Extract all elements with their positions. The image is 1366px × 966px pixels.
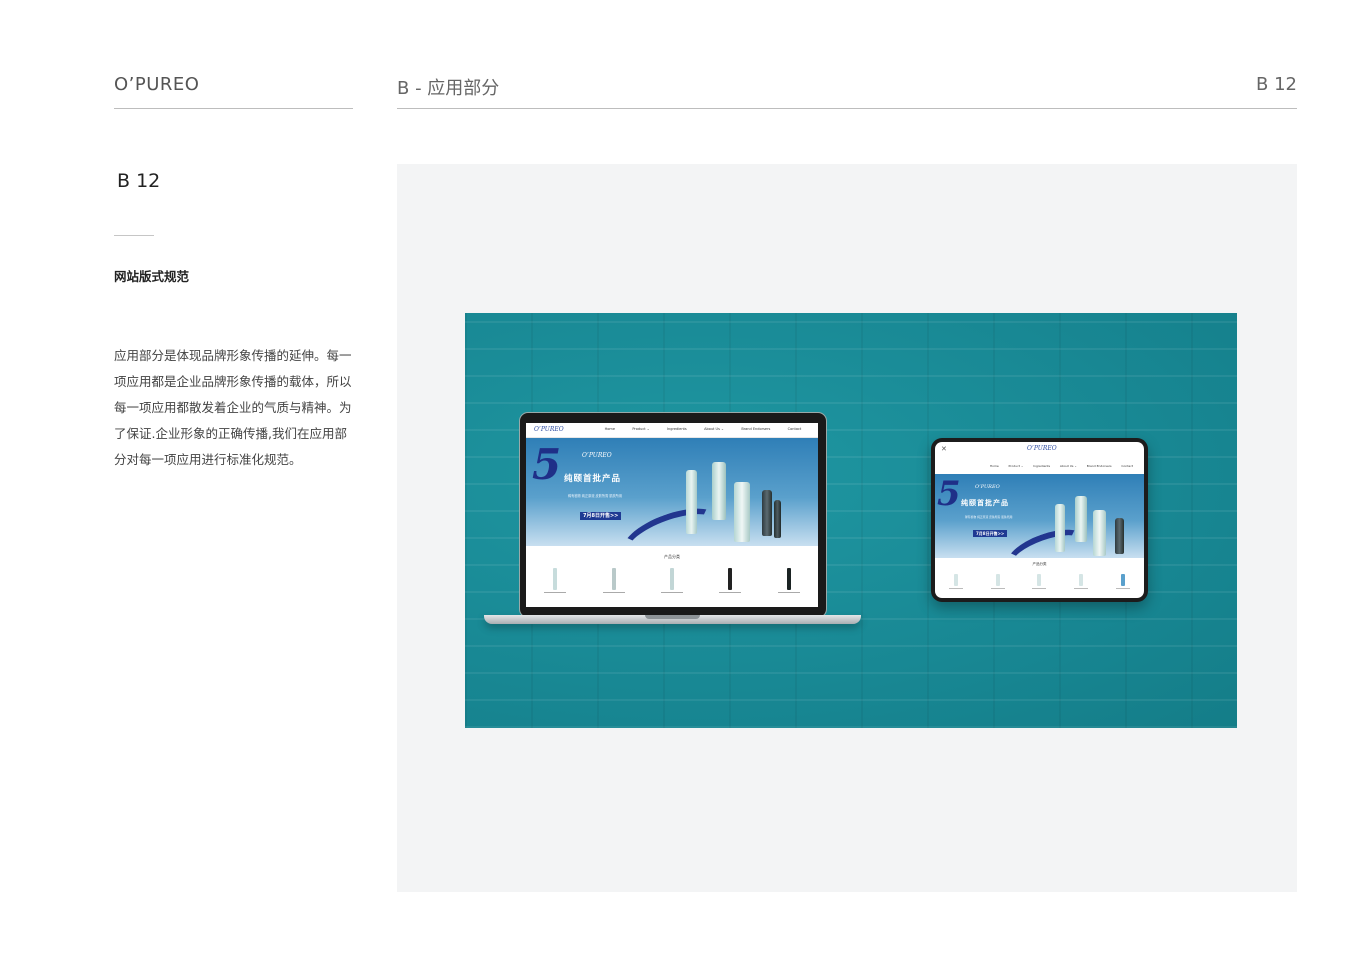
product-bottle (686, 470, 697, 534)
tablet-screen: ✕ O’PUREO Home Product ⌄ Ingredients Abo… (935, 442, 1144, 598)
hero-title: 纯颐首批产品 (961, 499, 1009, 507)
product-bottle (1055, 504, 1065, 552)
nav-link: Product ⌄ (1008, 464, 1024, 468)
site-nav-links: Home Product ⌄ Ingredients About Us ⌄ Br… (985, 464, 1138, 468)
product-thumbnail (728, 568, 733, 590)
product-bottle (774, 500, 781, 538)
product-thumbnail (953, 574, 958, 586)
description-text: 应用部分是体现品牌形象传播的延伸。每一项应用都是企业品牌形象传播的载体，所以每一… (114, 348, 352, 467)
page-code: B 12 (117, 170, 161, 192)
header-divider-right (397, 108, 1297, 109)
nav-link: Contact (787, 427, 802, 431)
sidebar-divider (114, 235, 154, 236)
hero-brand: O’PUREO (975, 484, 1000, 490)
product-row (526, 568, 818, 593)
page-number: B 12 (1256, 74, 1297, 95)
nav-link: About Us ⌄ (704, 427, 724, 431)
hero-tagline: 稀有植物 纯正原液 皮肤所需 肌肤所用 (965, 515, 1013, 519)
product-label (777, 592, 800, 593)
category-title: 产品分类 (1032, 562, 1047, 566)
product-thumbnail (995, 574, 1000, 586)
hero-title: 纯颐首批产品 (564, 474, 622, 484)
nav-link: Brand Endorsers (1086, 464, 1112, 468)
product-label (719, 592, 742, 593)
header-divider-left (114, 108, 353, 109)
product-item (1116, 574, 1131, 589)
hero-button: 7月8日开售>> (973, 530, 1008, 537)
product-bottle (1075, 496, 1087, 542)
device-mockup-image: O’PUREO Home Product ⌄ Ingredients About… (465, 313, 1237, 728)
laptop-screen: O’PUREO Home Product ⌄ Ingredients About… (526, 423, 818, 607)
product-thumbnail (553, 568, 558, 590)
product-label (1032, 588, 1047, 589)
site-logo: O’PUREO (1027, 445, 1057, 452)
product-thumbnail (1037, 574, 1042, 586)
site-nav-bar: O’PUREO Home Product ⌄ Ingredients About… (526, 423, 818, 438)
product-label (1074, 588, 1089, 589)
page-subtitle: 网站版式规范 (114, 269, 190, 284)
product-label (660, 592, 683, 593)
product-row (935, 574, 1144, 589)
site-hero-banner: 5 O’PUREO 纯颐首批产品 稀有植物 纯正原液 皮肤所需 肌肤所用 7月8… (935, 474, 1144, 558)
hero-brand: O’PUREO (582, 452, 612, 459)
product-label (948, 588, 963, 589)
site-hero-banner: 5 O’PUREO 纯颐首批产品 稀有植物 纯正原液 皮肤所需 肌肤所用 7月8… (526, 438, 818, 546)
product-item (948, 574, 963, 589)
product-item (719, 568, 742, 593)
nav-link: About Us ⌄ (1059, 464, 1077, 468)
hero-number-graphic: 5 (937, 474, 961, 514)
nav-link: Product ⌄ (632, 427, 650, 431)
product-item (777, 568, 800, 593)
nav-link: Home (604, 427, 615, 431)
nav-link: Home (989, 464, 999, 468)
close-icon: ✕ (941, 445, 947, 453)
laptop-notch (645, 615, 700, 619)
product-item (602, 568, 625, 593)
brand-name: O’PUREO (114, 74, 200, 95)
hero-button: 7月8日开售>> (580, 512, 622, 520)
product-thumbnail (611, 568, 616, 590)
product-bottle (762, 490, 772, 536)
nav-link: Ingredients (1033, 464, 1051, 468)
site-logo: O’PUREO (534, 426, 564, 433)
product-thumbnail (786, 568, 791, 590)
product-label (1116, 588, 1131, 589)
product-label (990, 588, 1005, 589)
product-item (1032, 574, 1047, 589)
product-thumbnail (1079, 574, 1084, 586)
product-label (544, 592, 567, 593)
ribbon-graphic (615, 497, 727, 546)
site-nav-links: Home Product ⌄ Ingredients About Us ⌄ Br… (596, 427, 810, 431)
product-bottle (712, 462, 726, 520)
nav-link: Brand Endorsers (741, 427, 771, 431)
nav-link: Ingredients (667, 427, 687, 431)
category-title: 产品分类 (664, 554, 680, 559)
product-bottle (1115, 518, 1124, 554)
product-item (1074, 574, 1089, 589)
product-thumbnail (669, 568, 674, 590)
hero-number-graphic: 5 (532, 440, 562, 489)
product-item (544, 568, 567, 593)
product-label (602, 592, 625, 593)
product-thumbnail (1121, 574, 1126, 586)
product-item (990, 574, 1005, 589)
section-title: B - 应用部分 (397, 78, 500, 99)
hero-tagline: 稀有植物 纯正原液 皮肤所需 肌肤所用 (568, 494, 623, 498)
nav-link: Contact (1121, 464, 1134, 468)
product-item (660, 568, 683, 593)
product-bottle (734, 482, 750, 542)
product-bottle (1093, 510, 1106, 556)
